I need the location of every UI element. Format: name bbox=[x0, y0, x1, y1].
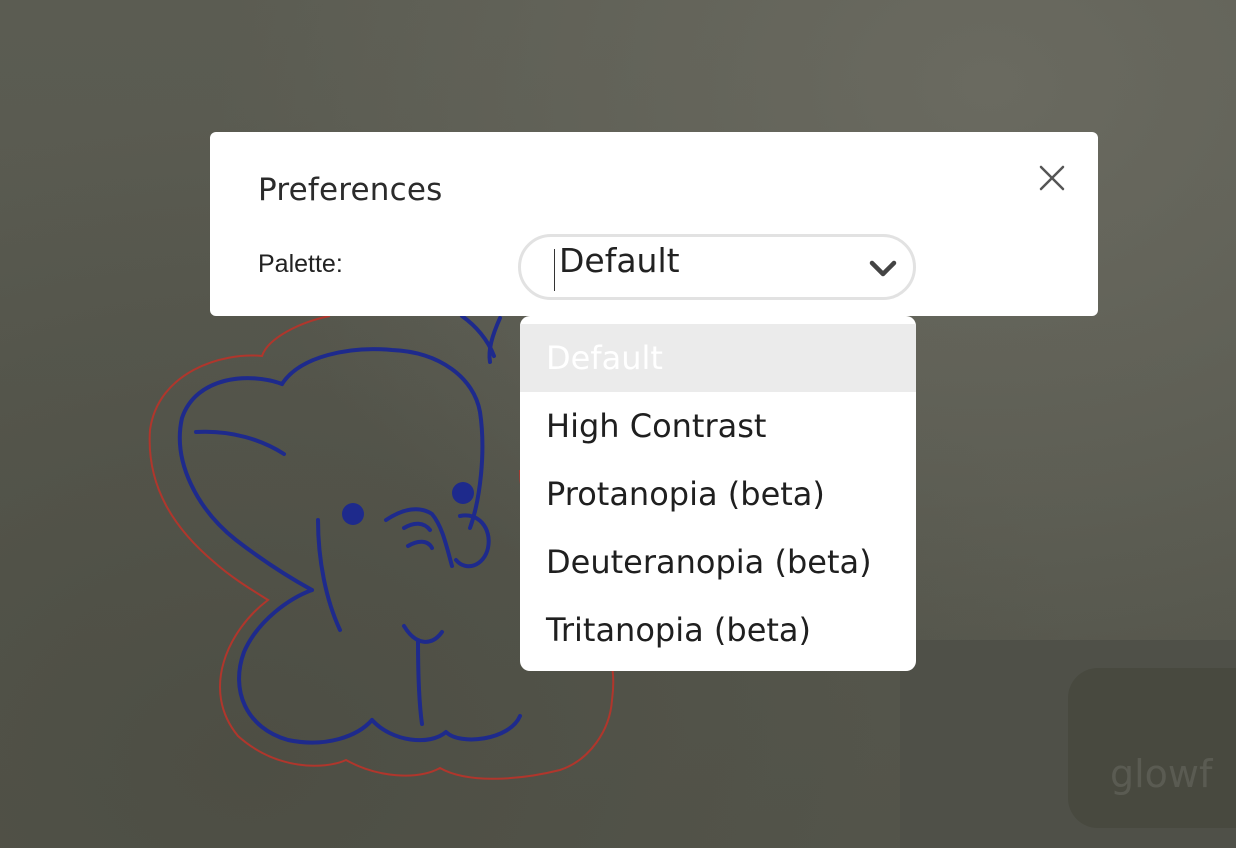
elephant-eye-right bbox=[452, 482, 474, 504]
palette-option-tritanopia[interactable]: Tritanopia (beta) bbox=[520, 596, 916, 664]
chevron-down-icon bbox=[869, 260, 897, 277]
dialog-title: Preferences bbox=[258, 172, 443, 208]
preferences-dialog: Preferences Palette: Default bbox=[210, 132, 1098, 316]
palette-option-default[interactable]: Default bbox=[520, 324, 916, 392]
elephant-drawing bbox=[177, 314, 522, 745]
palette-dropdown-menu: Default High Contrast Protanopia (beta) … bbox=[520, 316, 916, 671]
palette-option-high-contrast[interactable]: High Contrast bbox=[520, 392, 916, 460]
close-icon bbox=[1039, 165, 1065, 191]
close-button[interactable] bbox=[1036, 162, 1068, 194]
text-caret bbox=[554, 249, 555, 291]
palette-option-protanopia[interactable]: Protanopia (beta) bbox=[520, 460, 916, 528]
palette-label: Palette: bbox=[258, 250, 343, 278]
palette-option-deuteranopia[interactable]: Deuteranopia (beta) bbox=[520, 528, 916, 596]
palette-select-value: Default bbox=[559, 241, 680, 280]
palette-select[interactable]: Default bbox=[518, 234, 916, 300]
elephant-eye-left bbox=[342, 503, 364, 525]
